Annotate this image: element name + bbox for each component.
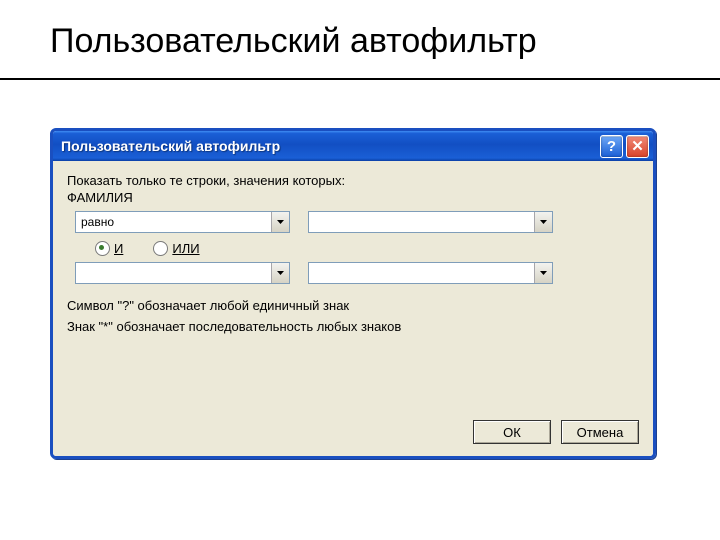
- ok-button[interactable]: ОК: [473, 420, 551, 444]
- chevron-down-icon: [271, 263, 289, 283]
- help-icon: ?: [607, 138, 616, 155]
- radio-and-label: И: [114, 241, 123, 256]
- hint-2: Знак "*" обозначает последовательность л…: [67, 319, 639, 334]
- chevron-down-icon: [534, 212, 552, 232]
- chevron-down-icon: [271, 212, 289, 232]
- value-2-combo[interactable]: [308, 262, 553, 284]
- client-area: Показать только те строки, значения кото…: [53, 161, 653, 456]
- cancel-button[interactable]: Отмена: [561, 420, 639, 444]
- window-title: Пользовательский автофильтр: [61, 138, 597, 154]
- criteria-row-2: [67, 262, 639, 284]
- condition-1-value: равно: [76, 215, 271, 229]
- criteria-row-1: равно: [67, 211, 639, 233]
- value-1-combo[interactable]: [308, 211, 553, 233]
- radio-icon: [153, 241, 168, 256]
- hint-block: Символ "?" обозначает любой единичный зн…: [67, 298, 639, 334]
- chevron-down-icon: [534, 263, 552, 283]
- radio-or-label: ИЛИ: [172, 241, 199, 256]
- logic-radio-group: И ИЛИ: [95, 241, 639, 256]
- condition-1-combo[interactable]: равно: [75, 211, 290, 233]
- condition-2-combo[interactable]: [75, 262, 290, 284]
- title-divider: [0, 78, 720, 80]
- close-icon: ✕: [631, 137, 644, 155]
- field-name-label: ФАМИЛИЯ: [67, 190, 639, 205]
- radio-and[interactable]: И: [95, 241, 123, 256]
- prompt-label: Показать только те строки, значения кото…: [67, 173, 639, 188]
- close-button[interactable]: ✕: [626, 135, 649, 158]
- titlebar[interactable]: Пользовательский автофильтр ? ✕: [53, 131, 653, 161]
- radio-or[interactable]: ИЛИ: [153, 241, 199, 256]
- slide-title: Пользовательский автофильтр: [50, 22, 537, 61]
- help-button[interactable]: ?: [600, 135, 623, 158]
- dialog-window: Пользовательский автофильтр ? ✕ Показать…: [50, 128, 656, 459]
- hint-1: Символ "?" обозначает любой единичный зн…: [67, 298, 639, 313]
- button-row: ОК Отмена: [473, 420, 639, 444]
- radio-icon: [95, 241, 110, 256]
